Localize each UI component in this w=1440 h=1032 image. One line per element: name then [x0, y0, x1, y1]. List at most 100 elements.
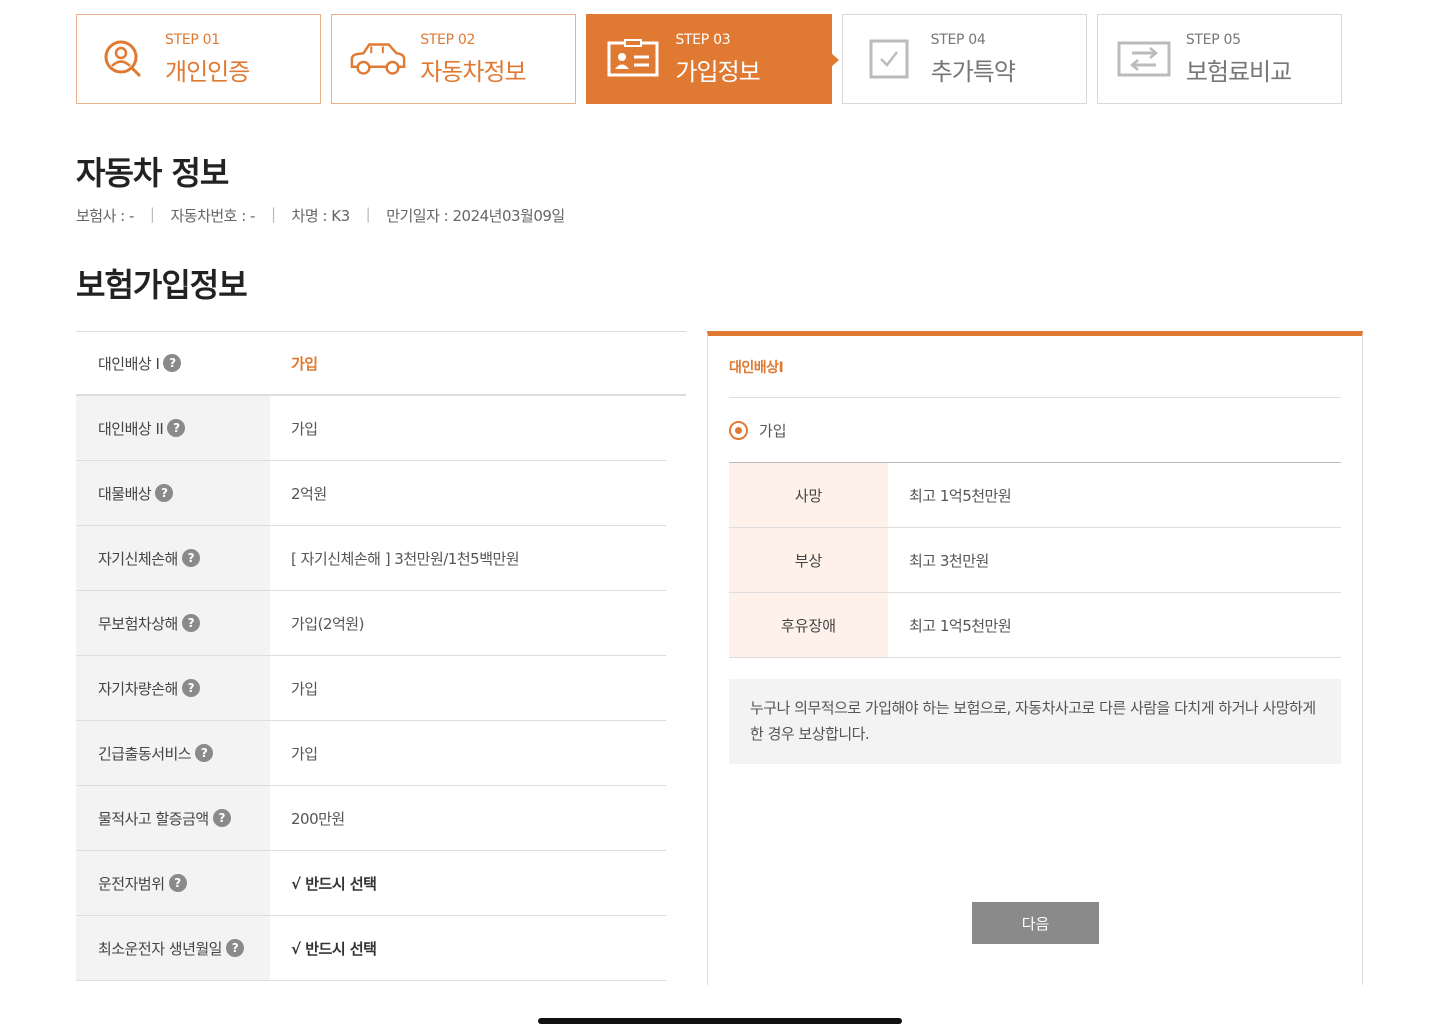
step-number: STEP 01 — [165, 31, 220, 48]
join-option[interactable]: 가입 — [729, 398, 1341, 463]
row-label-text: 물적사고 할증금액 — [98, 809, 209, 828]
row-value: 가입 — [291, 354, 318, 373]
car-icon — [348, 33, 408, 85]
divider: | — [149, 205, 155, 223]
row-label: 자기신체손해? — [76, 526, 270, 590]
divider: | — [365, 205, 371, 223]
row-label: 긴급출동서비스? — [76, 721, 270, 785]
step-number: STEP 05 — [1185, 31, 1241, 48]
help-icon[interactable]: ? — [167, 419, 186, 437]
help-icon[interactable]: ? — [168, 874, 187, 892]
step-04[interactable]: STEP 04 추가특약 — [841, 14, 1087, 104]
car-info-title: 자동차 정보 — [76, 154, 229, 192]
row-value: 가입 — [291, 419, 318, 438]
help-icon[interactable]: ? — [212, 809, 231, 827]
step-01[interactable]: STEP 01 개인인증 — [76, 14, 322, 104]
row-label: 대인배상 II? — [76, 396, 270, 460]
table-row[interactable]: 대인배상 II? 가입 — [76, 396, 666, 461]
row-label-text: 대물배상 — [98, 484, 152, 503]
step-label: 개인인증 — [165, 57, 250, 86]
row-label: 최소운전자 생년월일? — [76, 916, 270, 980]
table-row[interactable]: 대인배상 I? 가입 — [76, 331, 686, 396]
row-label-text: 무보험차상해 — [98, 614, 178, 633]
coverage-key: 사망 — [729, 463, 888, 527]
step-02[interactable]: STEP 02 자동차정보 — [331, 14, 577, 104]
coverage-key: 후유장애 — [729, 593, 888, 657]
table-row[interactable]: 긴급출동서비스? 가입 — [76, 721, 666, 786]
coverage-detail-panel: 대인배상I 가입 사망 최고 1억5천만원 부상 최고 3천만원 후유장애 최고… — [707, 331, 1363, 985]
row-label: 운전자범위? — [76, 851, 270, 915]
help-icon[interactable]: ? — [225, 939, 244, 957]
join-info-title: 보험가입정보 — [76, 266, 248, 304]
row-label: 물적사고 할증금액? — [76, 786, 270, 850]
row-label-text: 자기신체손해 — [98, 549, 178, 568]
coverage-value: 최고 3천만원 — [909, 551, 989, 570]
table-row[interactable]: 물적사고 할증금액? 200만원 — [76, 786, 666, 851]
coverage-value: 최고 1억5천만원 — [909, 616, 1012, 635]
radio-selected-icon[interactable] — [729, 420, 748, 440]
row-value: 200만원 — [291, 809, 345, 828]
row-label: 자기차량손해? — [76, 656, 270, 720]
step-05[interactable]: STEP 05 보험료비교 — [1096, 14, 1343, 104]
id-card-icon — [603, 33, 663, 85]
insurer-text: 보험사 : - — [76, 207, 134, 225]
help-icon[interactable]: ? — [155, 484, 174, 502]
table-row[interactable]: 무보험차상해? 가입(2억원) — [76, 591, 666, 656]
row-label: 대물배상? — [76, 461, 270, 525]
row-label: 대인배상 I? — [76, 332, 270, 394]
radio-dot — [735, 426, 742, 434]
row-value: √ 반드시 선택 — [291, 939, 377, 958]
step-03[interactable]: STEP 03 가입정보 — [586, 14, 839, 104]
coverage-row: 사망 최고 1억5천만원 — [729, 463, 1341, 528]
next-button[interactable]: 다음 — [972, 902, 1099, 944]
help-icon[interactable]: ? — [181, 614, 200, 632]
coverage-key: 부상 — [729, 528, 888, 592]
row-value: √ 반드시 선택 — [291, 874, 377, 893]
compare-icon — [1114, 33, 1174, 85]
step-label: 자동차정보 — [420, 57, 526, 86]
row-value: 가입 — [291, 679, 318, 698]
help-icon[interactable]: ? — [181, 679, 200, 697]
divider: | — [270, 205, 276, 223]
row-label-text: 최소운전자 생년월일 — [98, 939, 222, 958]
step-number: STEP 02 — [420, 31, 476, 48]
row-label: 무보험차상해? — [76, 591, 270, 655]
coverage-row: 부상 최고 3천만원 — [729, 528, 1341, 593]
coverage-row: 후유장애 최고 1억5천만원 — [729, 593, 1341, 658]
table-row[interactable]: 운전자범위? √ 반드시 선택 — [76, 851, 666, 916]
table-row[interactable]: 자기신체손해? [ 자기신체손해 ] 3천만원/1천5백만원 — [76, 526, 666, 591]
row-value: [ 자기신체손해 ] 3천만원/1천5백만원 — [291, 549, 520, 568]
panel-title: 대인배상I — [729, 336, 1341, 398]
step-number: STEP 04 — [930, 31, 986, 48]
step-label: 보험료비교 — [1185, 57, 1292, 86]
model-text: 차명 : K3 — [291, 207, 351, 225]
help-icon[interactable]: ? — [195, 744, 214, 762]
help-icon[interactable]: ? — [181, 549, 200, 567]
row-label-text: 자기차량손해 — [98, 679, 178, 698]
expiry-text: 만기일자 : 2024년03월09일 — [386, 207, 565, 225]
row-label-text: 대인배상 I — [98, 354, 160, 373]
row-label-text: 긴급출동서비스 — [98, 744, 192, 763]
step-indicator: STEP 01 개인인증 STEP 02 자동차정보 STEP 03 가입정보 STE… — [76, 14, 1343, 104]
coverage-description: 누구나 의무적으로 가입해야 하는 보험으로, 자동차사고로 다른 사람을 다치… — [729, 679, 1341, 764]
row-value: 가입(2억원) — [291, 614, 364, 633]
row-value: 가입 — [291, 744, 318, 763]
person-search-icon — [93, 33, 153, 85]
home-indicator[interactable] — [538, 1018, 902, 1024]
table-row[interactable]: 자기차량손해? 가입 — [76, 656, 666, 721]
plate-text: 자동차번호 : - — [170, 207, 255, 225]
help-icon[interactable]: ? — [163, 354, 182, 372]
row-label-text: 운전자범위 — [98, 874, 165, 893]
option-label: 가입 — [759, 421, 787, 440]
row-value: 2억원 — [291, 484, 327, 503]
step-label: 가입정보 — [675, 57, 760, 86]
table-row[interactable]: 최소운전자 생년월일? √ 반드시 선택 — [76, 916, 666, 981]
step-label: 추가특약 — [930, 57, 1016, 86]
row-label-text: 대인배상 II — [98, 419, 164, 438]
table-row[interactable]: 대물배상? 2억원 — [76, 461, 666, 526]
coverage-table: 대인배상 I? 가입 대인배상 II? 가입 대물배상? 2억원 자기신체손해?… — [76, 331, 686, 981]
checkbox-icon — [859, 33, 919, 85]
coverage-value: 최고 1억5천만원 — [909, 486, 1012, 505]
car-meta: 보험사 : - | 자동차번호 : - | 차명 : K3 | 만기일자 : 2… — [76, 205, 565, 226]
step-number: STEP 03 — [675, 31, 731, 48]
